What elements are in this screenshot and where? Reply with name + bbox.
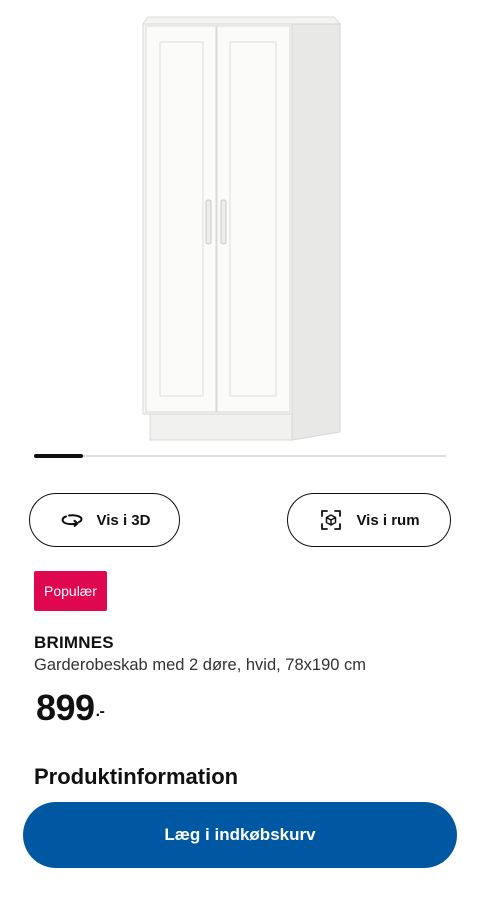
rotate-3d-icon <box>59 509 85 531</box>
product-name: BRIMNES <box>34 633 114 652</box>
product-image-gallery[interactable] <box>0 0 480 450</box>
ar-view-icon <box>318 509 344 531</box>
view-in-room-button[interactable]: Vis i rum <box>287 493 451 547</box>
gallery-progress-bar[interactable] <box>34 454 446 458</box>
gallery-progress-fill <box>34 454 84 458</box>
product-price: 899.- <box>36 686 105 730</box>
product-information-heading[interactable]: Produktinformation <box>34 764 238 790</box>
add-to-cart-button[interactable]: Læg i indkøbskurv <box>23 802 457 868</box>
view-3d-label: Vis i 3D <box>96 511 151 529</box>
product-description: Garderobeskab med 2 døre, hvid, 78x190 c… <box>34 656 367 674</box>
price-value: 899 <box>36 687 95 728</box>
wardrobe-image <box>142 16 342 441</box>
price-suffix: .- <box>95 703 105 720</box>
view-3d-button[interactable]: Vis i 3D <box>29 493 180 547</box>
view-in-room-label: Vis i rum <box>356 511 420 529</box>
popular-badge: Populær <box>34 571 107 611</box>
